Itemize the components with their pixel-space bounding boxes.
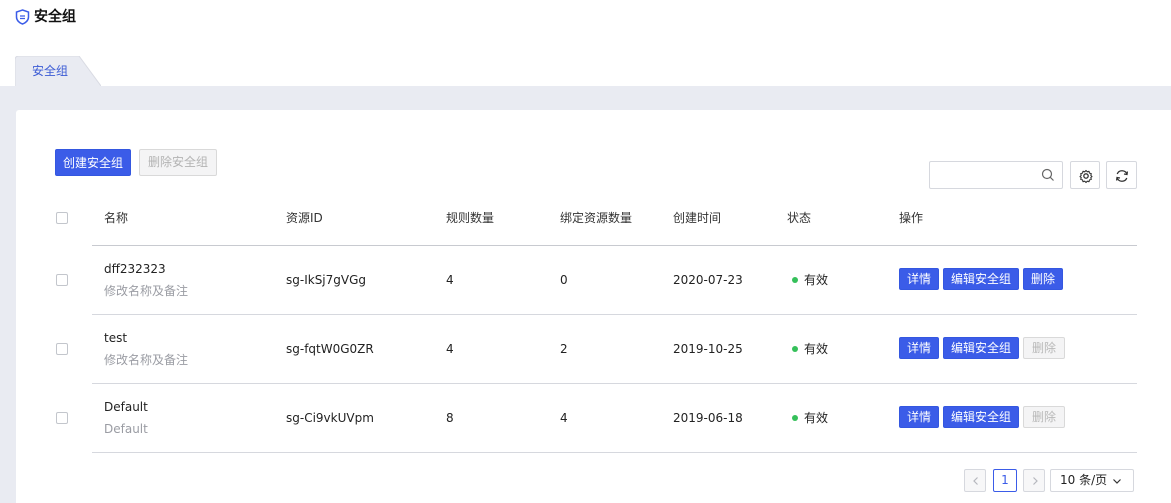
edit-security-group-button[interactable]: 编辑安全组 bbox=[943, 268, 1019, 290]
row-bound-count: 0 bbox=[560, 273, 568, 287]
tab-strip: 安全组 bbox=[0, 34, 1171, 86]
column-header-bound-count: 绑定资源数量 bbox=[560, 211, 633, 225]
column-header-created-time: 创建时间 bbox=[673, 211, 722, 225]
row-created-time: 2019-06-18 bbox=[673, 411, 743, 425]
refresh-button[interactable] bbox=[1106, 161, 1137, 189]
page-size-select[interactable]: 10 条/页 bbox=[1050, 469, 1134, 492]
row-status: 有效 bbox=[804, 273, 829, 287]
page-size-label: 10 条/页 bbox=[1060, 473, 1108, 487]
gear-icon bbox=[1079, 169, 1093, 184]
top-bar: 安全组 bbox=[0, 0, 1171, 34]
row-divider bbox=[92, 314, 1137, 315]
column-header-name: 名称 bbox=[104, 211, 129, 225]
row-status: 有效 bbox=[804, 411, 829, 425]
row-status: 有效 bbox=[804, 342, 829, 356]
detail-button[interactable]: 详情 bbox=[899, 268, 939, 290]
settings-button[interactable] bbox=[1070, 161, 1100, 189]
page-title: 安全组 bbox=[34, 9, 76, 25]
chevron-left-icon bbox=[973, 477, 978, 485]
chevron-down-icon bbox=[1113, 479, 1121, 484]
row-resource-id: sg-fqtW0G0ZR bbox=[286, 342, 374, 356]
refresh-icon bbox=[1115, 170, 1129, 182]
row-note[interactable]: 修改名称及备注 bbox=[104, 284, 188, 298]
status-dot bbox=[792, 346, 798, 352]
search-icon[interactable] bbox=[1041, 168, 1055, 182]
column-header-actions: 操作 bbox=[899, 211, 924, 225]
page-number-current[interactable]: 1 bbox=[993, 469, 1017, 492]
row-resource-id: sg-IkSj7gVGg bbox=[286, 273, 367, 287]
search-input[interactable] bbox=[929, 161, 1063, 189]
create-security-group-button[interactable]: 创建安全组 bbox=[55, 149, 131, 176]
column-header-rule-count: 规则数量 bbox=[446, 211, 495, 225]
row-note[interactable]: 修改名称及备注 bbox=[104, 353, 188, 367]
row-note[interactable]: Default bbox=[104, 422, 148, 436]
tab-security-group[interactable]: 安全组 bbox=[15, 56, 101, 86]
row-divider bbox=[92, 452, 1137, 453]
delete-button[interactable]: 删除 bbox=[1023, 268, 1063, 290]
table-header-divider bbox=[92, 245, 1137, 246]
status-dot bbox=[792, 415, 798, 421]
row-bound-count: 2 bbox=[560, 342, 568, 356]
row-checkbox[interactable] bbox=[56, 343, 68, 355]
row-resource-id: sg-Ci9vkUVpm bbox=[286, 411, 374, 425]
prev-page-button[interactable] bbox=[964, 469, 986, 492]
row-bound-count: 4 bbox=[560, 411, 568, 425]
row-divider bbox=[92, 383, 1137, 384]
row-rule-count: 4 bbox=[446, 273, 454, 287]
detail-button[interactable]: 详情 bbox=[899, 337, 939, 359]
row-checkbox[interactable] bbox=[56, 274, 68, 286]
row-rule-count: 4 bbox=[446, 342, 454, 356]
delete-button[interactable]: 删除 bbox=[1023, 337, 1065, 359]
edit-security-group-button[interactable]: 编辑安全组 bbox=[943, 337, 1019, 359]
row-created-time: 2019-10-25 bbox=[673, 342, 743, 356]
tab-label: 安全组 bbox=[32, 64, 69, 78]
row-rule-count: 8 bbox=[446, 411, 454, 425]
edit-security-group-button[interactable]: 编辑安全组 bbox=[943, 406, 1019, 428]
status-dot bbox=[792, 277, 798, 283]
row-created-time: 2020-07-23 bbox=[673, 273, 743, 287]
row-name: dff232323 bbox=[104, 262, 166, 276]
row-checkbox[interactable] bbox=[56, 412, 68, 424]
row-name: test bbox=[104, 331, 128, 345]
column-header-resource-id: 资源ID bbox=[286, 211, 323, 225]
column-header-status: 状态 bbox=[787, 211, 812, 225]
shield-icon bbox=[15, 9, 30, 25]
detail-button[interactable]: 详情 bbox=[899, 406, 939, 428]
next-page-button[interactable] bbox=[1023, 469, 1045, 492]
chevron-right-icon bbox=[1033, 477, 1038, 485]
select-all-checkbox[interactable] bbox=[56, 212, 68, 224]
delete-security-group-button[interactable]: 删除安全组 bbox=[139, 149, 217, 176]
row-name: Default bbox=[104, 400, 148, 414]
delete-button[interactable]: 删除 bbox=[1023, 406, 1065, 428]
